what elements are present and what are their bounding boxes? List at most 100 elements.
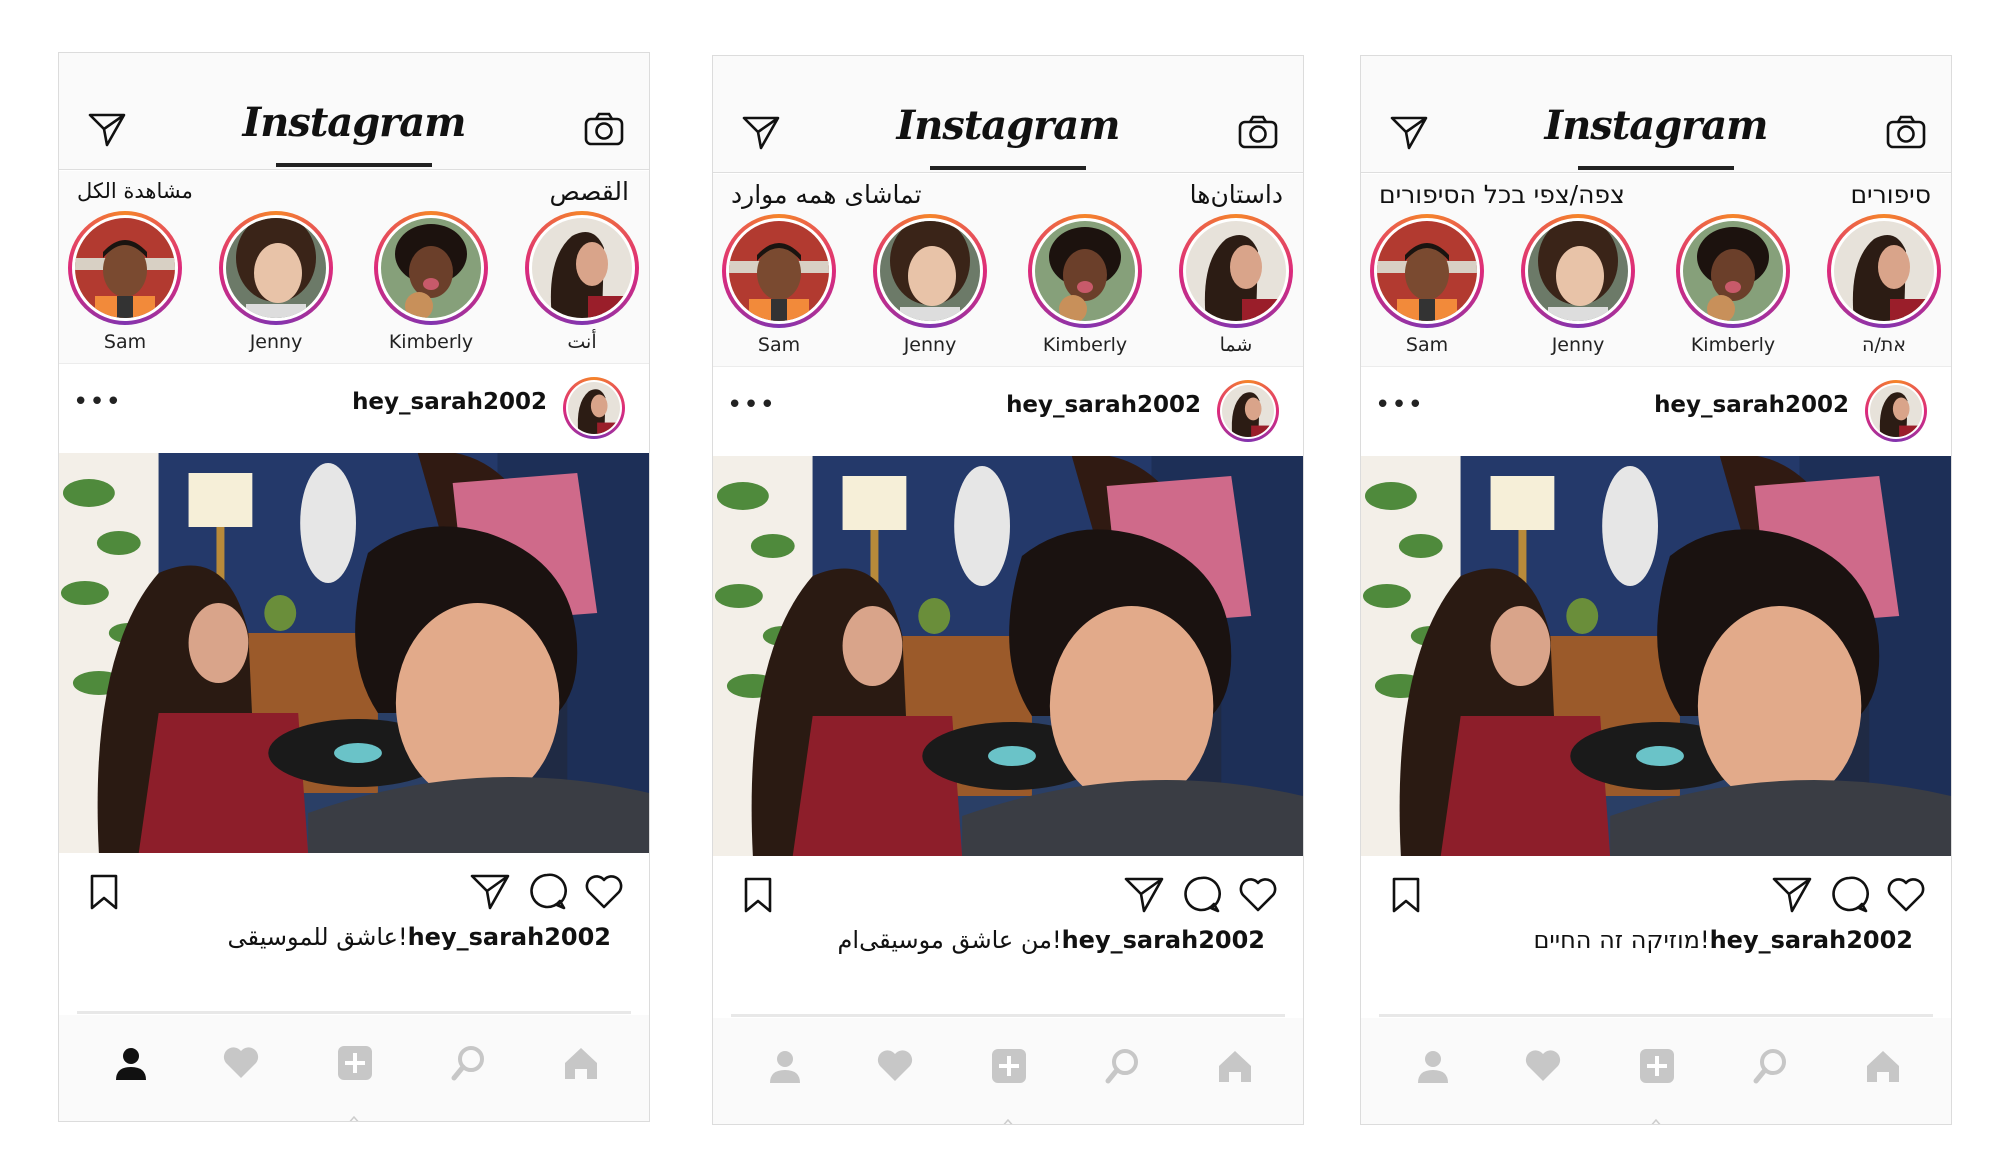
new-post-tab-icon[interactable] bbox=[335, 1043, 375, 1083]
stories-header: القصص مشاهدة الكل bbox=[59, 171, 649, 211]
avatar bbox=[568, 382, 620, 434]
post-avatar[interactable] bbox=[1865, 380, 1927, 442]
story-kimberly[interactable]: Kimberly bbox=[366, 211, 496, 353]
post-username[interactable]: hey_sarah2002 bbox=[1654, 392, 1849, 418]
caption-username[interactable]: hey_sarah2002 bbox=[1062, 926, 1265, 954]
phone-screen-3: Instagram סיפורים צפה/צפי בכל הסיפורים א… bbox=[1360, 55, 1952, 1125]
home-tab-icon[interactable] bbox=[1863, 1046, 1903, 1086]
search-tab-icon[interactable] bbox=[1751, 1046, 1791, 1086]
stories-header: داستان‌ها تماشای همه موارد bbox=[713, 174, 1303, 214]
story-jenny[interactable]: Jenny bbox=[1513, 214, 1643, 356]
post-actions bbox=[59, 859, 649, 919]
post-photo[interactable] bbox=[59, 453, 649, 853]
story-sam[interactable]: Sam bbox=[60, 211, 190, 353]
search-tab-icon[interactable] bbox=[449, 1043, 489, 1083]
comment-icon[interactable] bbox=[1829, 874, 1869, 914]
story-kimberly[interactable]: Kimberly bbox=[1668, 214, 1798, 356]
story-you[interactable]: شما bbox=[1171, 214, 1301, 356]
avatar bbox=[226, 218, 326, 318]
story-name: Jenny bbox=[249, 331, 303, 353]
post-actions bbox=[713, 862, 1303, 922]
top-bar: Instagram bbox=[1361, 56, 1951, 173]
home-tab-icon[interactable] bbox=[1215, 1046, 1255, 1086]
post-caption: מוזיקה זה החיים!hey_sarah2002 bbox=[1533, 926, 1913, 954]
profile-tab-icon[interactable] bbox=[111, 1043, 151, 1083]
bottom-tab-bar bbox=[713, 1018, 1303, 1124]
story-sam[interactable]: Sam bbox=[714, 214, 844, 356]
camera-icon[interactable] bbox=[1885, 114, 1927, 150]
post-avatar[interactable] bbox=[563, 377, 625, 439]
bookmark-icon[interactable] bbox=[87, 873, 121, 911]
comment-icon[interactable] bbox=[1181, 874, 1221, 914]
story-you[interactable]: את/ה bbox=[1819, 214, 1949, 356]
active-caret-icon bbox=[1003, 1118, 1013, 1124]
post-username[interactable]: hey_sarah2002 bbox=[1006, 392, 1201, 418]
stories-header: סיפורים צפה/צפי בכל הסיפורים bbox=[1361, 174, 1951, 214]
logo-underline bbox=[276, 163, 432, 167]
story-name: Jenny bbox=[903, 334, 957, 356]
new-post-tab-icon[interactable] bbox=[1637, 1046, 1677, 1086]
see-all-link[interactable]: צפה/צפי בכל הסיפורים bbox=[1379, 180, 1625, 209]
story-jenny[interactable]: Jenny bbox=[211, 211, 341, 353]
stories-title: القصص bbox=[549, 177, 629, 206]
activity-tab-icon[interactable] bbox=[1523, 1046, 1563, 1086]
share-icon[interactable] bbox=[1123, 874, 1165, 914]
stories-tray: شما Kimberly Jenny Sam bbox=[713, 214, 1303, 367]
share-icon[interactable] bbox=[469, 871, 511, 911]
avatar bbox=[880, 221, 980, 321]
direct-message-icon[interactable] bbox=[741, 114, 781, 150]
post-avatar[interactable] bbox=[1217, 380, 1279, 442]
more-options-icon[interactable]: ••• bbox=[1375, 390, 1424, 420]
see-all-link[interactable]: تماشای همه موارد bbox=[731, 180, 922, 209]
activity-tab-icon[interactable] bbox=[221, 1043, 261, 1083]
comment-icon[interactable] bbox=[527, 871, 567, 911]
profile-tab-icon[interactable] bbox=[765, 1046, 805, 1086]
caption-username[interactable]: hey_sarah2002 bbox=[408, 923, 611, 951]
avatar bbox=[1870, 385, 1922, 437]
more-options-icon[interactable]: ••• bbox=[727, 390, 776, 420]
camera-icon[interactable] bbox=[1237, 114, 1279, 150]
post-username[interactable]: hey_sarah2002 bbox=[352, 389, 547, 415]
story-name: Kimberly bbox=[1690, 334, 1776, 356]
story-name: Sam bbox=[1405, 334, 1449, 356]
story-sam[interactable]: Sam bbox=[1362, 214, 1492, 356]
story-name: شما bbox=[1219, 334, 1253, 356]
home-tab-icon[interactable] bbox=[561, 1043, 601, 1083]
profile-tab-icon[interactable] bbox=[1413, 1046, 1453, 1086]
camera-icon[interactable] bbox=[583, 111, 625, 147]
share-icon[interactable] bbox=[1771, 874, 1813, 914]
active-caret-icon bbox=[1651, 1118, 1661, 1124]
phone-screen-2: Instagram داستان‌ها تماشای همه موارد شما… bbox=[712, 55, 1304, 1125]
more-options-icon[interactable]: ••• bbox=[73, 387, 122, 417]
top-bar: Instagram bbox=[713, 56, 1303, 173]
story-jenny[interactable]: Jenny bbox=[865, 214, 995, 356]
heart-icon[interactable] bbox=[1237, 874, 1279, 914]
stories-tray: את/ה Kimberly Jenny Sam bbox=[1361, 214, 1951, 367]
logo-underline bbox=[1578, 166, 1734, 170]
stories-title: סיפורים bbox=[1850, 180, 1931, 209]
story-kimberly[interactable]: Kimberly bbox=[1020, 214, 1150, 356]
post-photo[interactable] bbox=[1361, 456, 1951, 856]
story-name: Kimberly bbox=[1042, 334, 1128, 356]
avatar bbox=[1222, 385, 1274, 437]
search-tab-icon[interactable] bbox=[1103, 1046, 1143, 1086]
avatar bbox=[1186, 221, 1286, 321]
direct-message-icon[interactable] bbox=[1389, 114, 1429, 150]
post-header: ••• hey_sarah2002 bbox=[713, 368, 1303, 456]
bookmark-icon[interactable] bbox=[1389, 876, 1423, 914]
bookmark-icon[interactable] bbox=[741, 876, 775, 914]
heart-icon[interactable] bbox=[583, 871, 625, 911]
heart-icon[interactable] bbox=[1885, 874, 1927, 914]
caption-username[interactable]: hey_sarah2002 bbox=[1710, 926, 1913, 954]
app-logo: Instagram bbox=[896, 102, 1121, 149]
direct-message-icon[interactable] bbox=[87, 111, 127, 147]
new-post-tab-icon[interactable] bbox=[989, 1046, 1029, 1086]
activity-tab-icon[interactable] bbox=[875, 1046, 915, 1086]
story-you[interactable]: أنت bbox=[517, 211, 647, 353]
active-caret-icon bbox=[349, 1115, 359, 1121]
story-name: Kimberly bbox=[388, 331, 474, 353]
see-all-link[interactable]: مشاهدة الكل bbox=[77, 179, 193, 203]
post-photo[interactable] bbox=[713, 456, 1303, 856]
caption-text: من عاشق موسیقی‌ام! bbox=[837, 926, 1062, 954]
bottom-tab-bar bbox=[59, 1015, 649, 1121]
